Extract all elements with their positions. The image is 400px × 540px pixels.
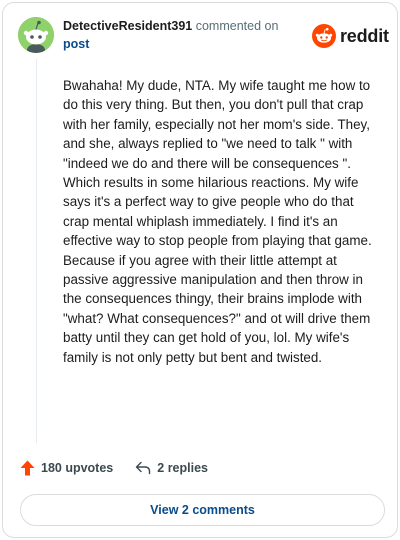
view-comments-button[interactable]: View 2 comments (20, 494, 385, 526)
username-link[interactable]: DetectiveResident391 (63, 19, 192, 33)
commented-on-text: commented on (195, 19, 279, 33)
comment-header: DetectiveResident391 commented on post (63, 17, 298, 53)
upvote-arrow-icon (20, 460, 35, 476)
comment-body: Bwahaha! My dude, NTA. My wife taught me… (63, 78, 372, 365)
reply-arrow-icon (136, 461, 151, 475)
comment-actions: 180 upvotes 2 replies (20, 460, 208, 476)
reddit-wordmark: reddit (340, 25, 389, 46)
replies-button[interactable]: 2 replies (135, 461, 208, 475)
upvote-button[interactable]: 180 upvotes (20, 460, 113, 476)
post-link[interactable]: post (63, 37, 89, 51)
reddit-snoo-icon (312, 24, 336, 48)
reply-count: 2 replies (157, 461, 208, 475)
reddit-logo[interactable]: reddit (312, 23, 389, 49)
user-avatar[interactable] (18, 17, 54, 53)
comment-card: DetectiveResident391 commented on post r… (2, 2, 398, 538)
upvote-count: 180 upvotes (41, 461, 114, 475)
snoo-avatar-icon (18, 17, 54, 53)
thread-line[interactable] (36, 59, 37, 443)
